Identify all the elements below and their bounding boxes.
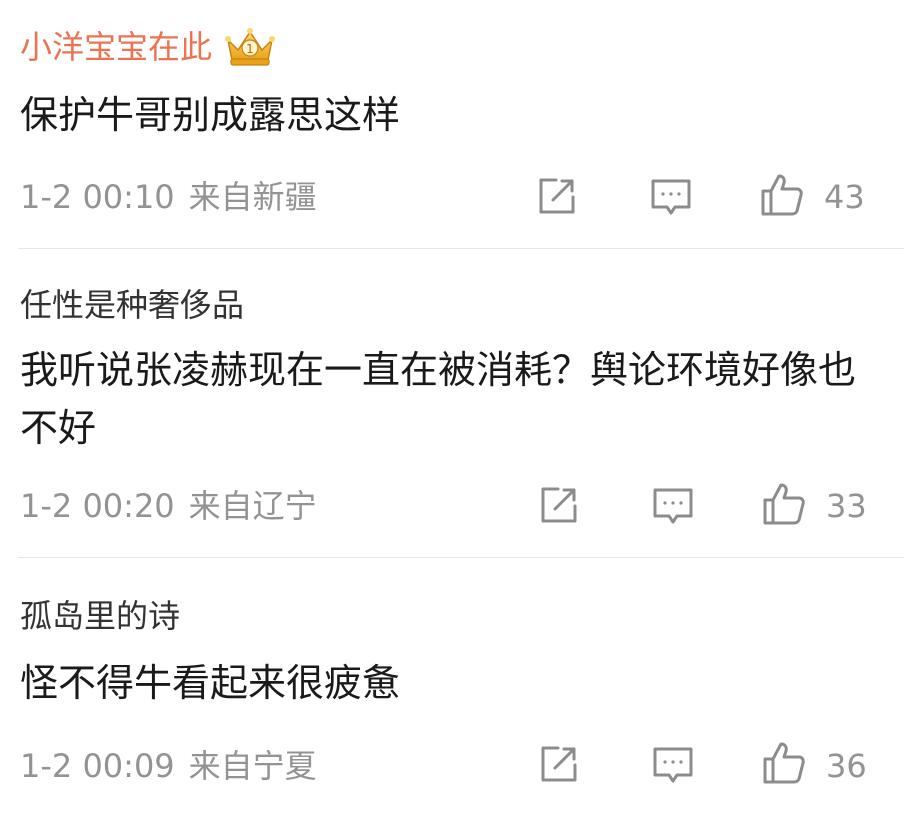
svg-text:1: 1: [246, 42, 254, 56]
like-count: 43: [824, 178, 865, 216]
comment-icon[interactable]: [650, 483, 696, 529]
crown-icon: 1: [222, 26, 278, 68]
comment-header: 小洋宝宝在此 1: [20, 26, 278, 68]
comment-meta: 1-2 00:09 来自宁夏: [20, 746, 317, 786]
comment-location: 来自新疆: [188, 178, 317, 216]
comment-username[interactable]: 孤岛里的诗: [20, 596, 180, 636]
comment-meta: 1-2 00:10 来自新疆: [20, 177, 317, 217]
comment-header: 任性是种奢侈品: [20, 285, 244, 325]
like-count: 36: [826, 747, 867, 785]
comment-icon[interactable]: [650, 742, 696, 788]
share-icon[interactable]: [535, 483, 581, 529]
like-icon[interactable]: [759, 172, 805, 218]
comment-item: 小洋宝宝在此 1 保护牛哥别成露思这样 1-2 00:10 来自新疆 43: [0, 0, 904, 248]
comment-username[interactable]: 小洋宝宝在此: [20, 27, 212, 67]
comment-location: 来自宁夏: [188, 747, 317, 785]
comment-icon[interactable]: [648, 174, 694, 220]
comment-meta: 1-2 00:20 来自辽宁: [20, 486, 317, 526]
comment-location: 来自辽宁: [188, 487, 317, 525]
like-icon[interactable]: [761, 740, 807, 786]
comment-time: 1-2 00:09: [20, 747, 175, 785]
comment-time: 1-2 00:20: [20, 487, 175, 525]
comment-text: 保护牛哥别成露思这样: [20, 93, 401, 137]
comment-time: 1-2 00:10: [20, 178, 175, 216]
comment-header: 孤岛里的诗: [20, 596, 180, 636]
comment-username[interactable]: 任性是种奢侈品: [20, 285, 244, 325]
share-icon[interactable]: [535, 742, 581, 788]
comment-item: 孤岛里的诗 怪不得牛看起来很疲惫 1-2 00:09 来自宁夏 36: [0, 558, 904, 820]
comment-text: 我听说张凌赫现在一直在被消耗？舆论环境好像也不好: [20, 348, 857, 450]
like-icon[interactable]: [761, 481, 807, 527]
comment-text: 怪不得牛看起来很疲惫: [20, 661, 401, 705]
like-count: 33: [826, 487, 867, 525]
share-icon[interactable]: [533, 174, 579, 220]
comment-item: 任性是种奢侈品 我听说张凌赫现在一直在被消耗？舆论环境好像也不好 1-2 00:…: [0, 249, 904, 557]
